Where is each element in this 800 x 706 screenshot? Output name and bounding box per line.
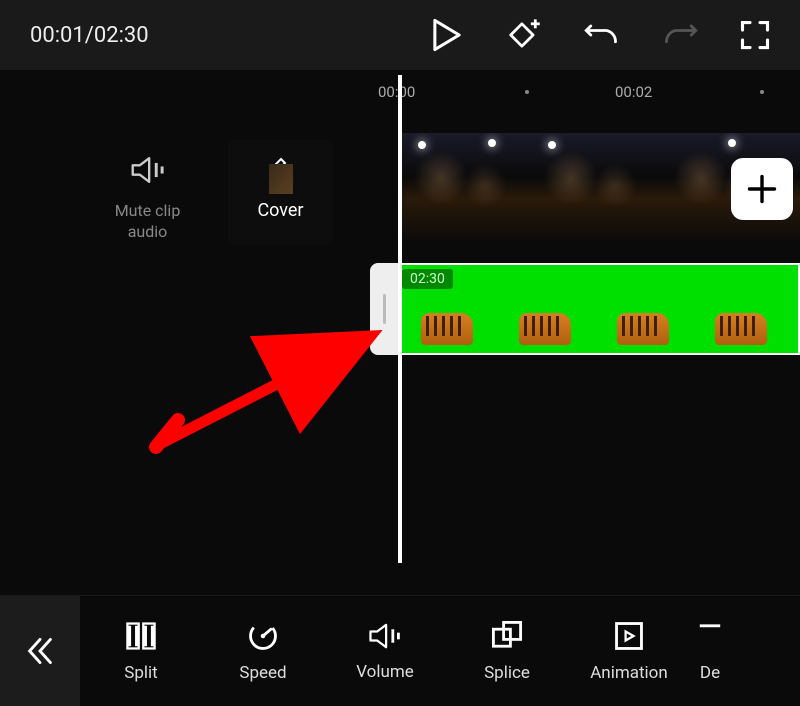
animation-icon [612,619,646,653]
cover-thumbnail [269,164,293,194]
splice-button[interactable]: Splice [446,596,568,705]
animation-button[interactable]: Animation [568,596,690,705]
delete-icon [695,619,725,653]
top-toolbar: 00:01/02:30 [0,0,800,70]
speed-button[interactable]: Speed [202,596,324,705]
add-clip-button[interactable] [731,158,793,220]
ruler-tick-0: 00:00 [378,83,415,101]
split-icon [124,619,158,653]
chevron-left-double-icon [26,636,54,666]
playhead[interactable] [398,75,402,563]
split-label: Split [124,663,157,683]
fullscreen-button[interactable] [740,20,770,50]
undo-button[interactable] [584,20,620,50]
mute-clip-audio-button[interactable]: Mute clip audio [95,153,200,243]
time-display: 00:01/02:30 [30,23,149,48]
speed-icon [246,619,280,653]
video-track-2[interactable]: 02:30 [370,263,800,355]
playback-controls [432,18,770,52]
volume-icon [366,620,404,652]
splice-label: Splice [484,663,530,683]
timeline-area: 00:00 00:02 Mute clip audio Cover [0,75,800,555]
volume-label: Volume [356,662,414,682]
keyframe-button[interactable] [504,18,542,52]
mute-label: Mute clip audio [95,201,200,243]
cover-button[interactable]: Cover [228,140,333,245]
total-time: 02:30 [94,23,149,48]
cover-label: Cover [257,200,303,221]
clip-duration-badge: 02:30 [402,269,453,289]
redo-button[interactable] [662,20,698,50]
ruler-dot [525,90,529,94]
clip-trim-handle-left[interactable] [370,263,398,355]
delete-button[interactable]: De [690,596,730,705]
split-button[interactable]: Split [80,596,202,705]
current-time: 00:01 [30,23,85,48]
animation-label: Animation [590,663,668,683]
plus-icon [745,172,779,206]
play-button[interactable] [432,18,462,52]
annotation-arrow [148,325,398,455]
splice-icon [490,619,524,653]
back-button[interactable] [0,596,80,706]
bottom-toolbar: Split Speed Volume Splice Animation [0,595,800,705]
ruler-dot [760,90,764,94]
ruler-tick-1: 00:02 [615,83,652,101]
volume-button[interactable]: Volume [324,596,446,705]
green-screen-clip[interactable]: 02:30 [398,263,800,355]
delete-label: De [700,663,720,683]
speed-label: Speed [239,663,286,683]
speaker-icon [128,153,168,187]
